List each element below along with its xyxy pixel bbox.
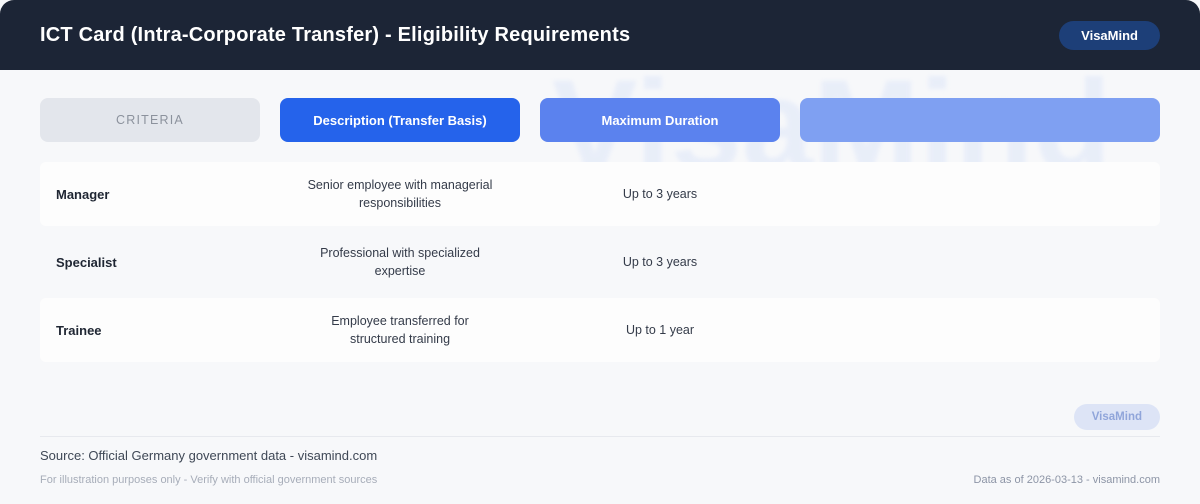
duration-cell: Up to 3 years [622, 255, 698, 269]
criteria-cell: Specialist [56, 254, 117, 270]
description-cell: Professional with specialized expertise [320, 245, 480, 278]
brand-badge: VisaMind [1059, 20, 1160, 50]
footer-brand-badge: VisaMind [1073, 404, 1160, 430]
page-title: ICT Card (Intra-Corporate Transfer) - El… [40, 23, 631, 46]
table-row-manager: Manager Senior employee with managerial … [40, 162, 1160, 226]
column-header-criteria: CRITERIA [40, 98, 260, 142]
column-header-extra [800, 98, 1160, 142]
data-as-of-text: Data as of 2026-03-13 - visamind.com [973, 474, 1160, 486]
disclaimer-text: For illustration purposes only - Verify … [40, 474, 378, 486]
column-header-duration: Maximum Duration [540, 98, 780, 142]
description-cell: Senior employee with managerial responsi… [307, 177, 493, 210]
content-area: VisaMind CRITERIA Description (Transfer … [0, 54, 1200, 504]
ict-card-infographic: ICT Card (Intra-Corporate Transfer) - El… [0, 0, 1200, 504]
description-cell: Employee transferred for structured trai… [331, 313, 469, 346]
table-row-trainee: Trainee Employee transferred for structu… [40, 298, 1160, 362]
source-text: Source: Official Germany government data… [40, 448, 378, 463]
footer-divider [40, 436, 1160, 437]
criteria-cell: Manager [56, 186, 110, 202]
duration-cell: Up to 3 years [622, 187, 698, 201]
duration-cell: Up to 1 year [625, 323, 695, 337]
header-bar: ICT Card (Intra-Corporate Transfer) - El… [0, 0, 1200, 70]
criteria-cell: Trainee [56, 322, 102, 338]
column-header-description: Description (Transfer Basis) [280, 98, 520, 142]
table-row-specialist: Specialist Professional with specialized… [40, 230, 1160, 294]
